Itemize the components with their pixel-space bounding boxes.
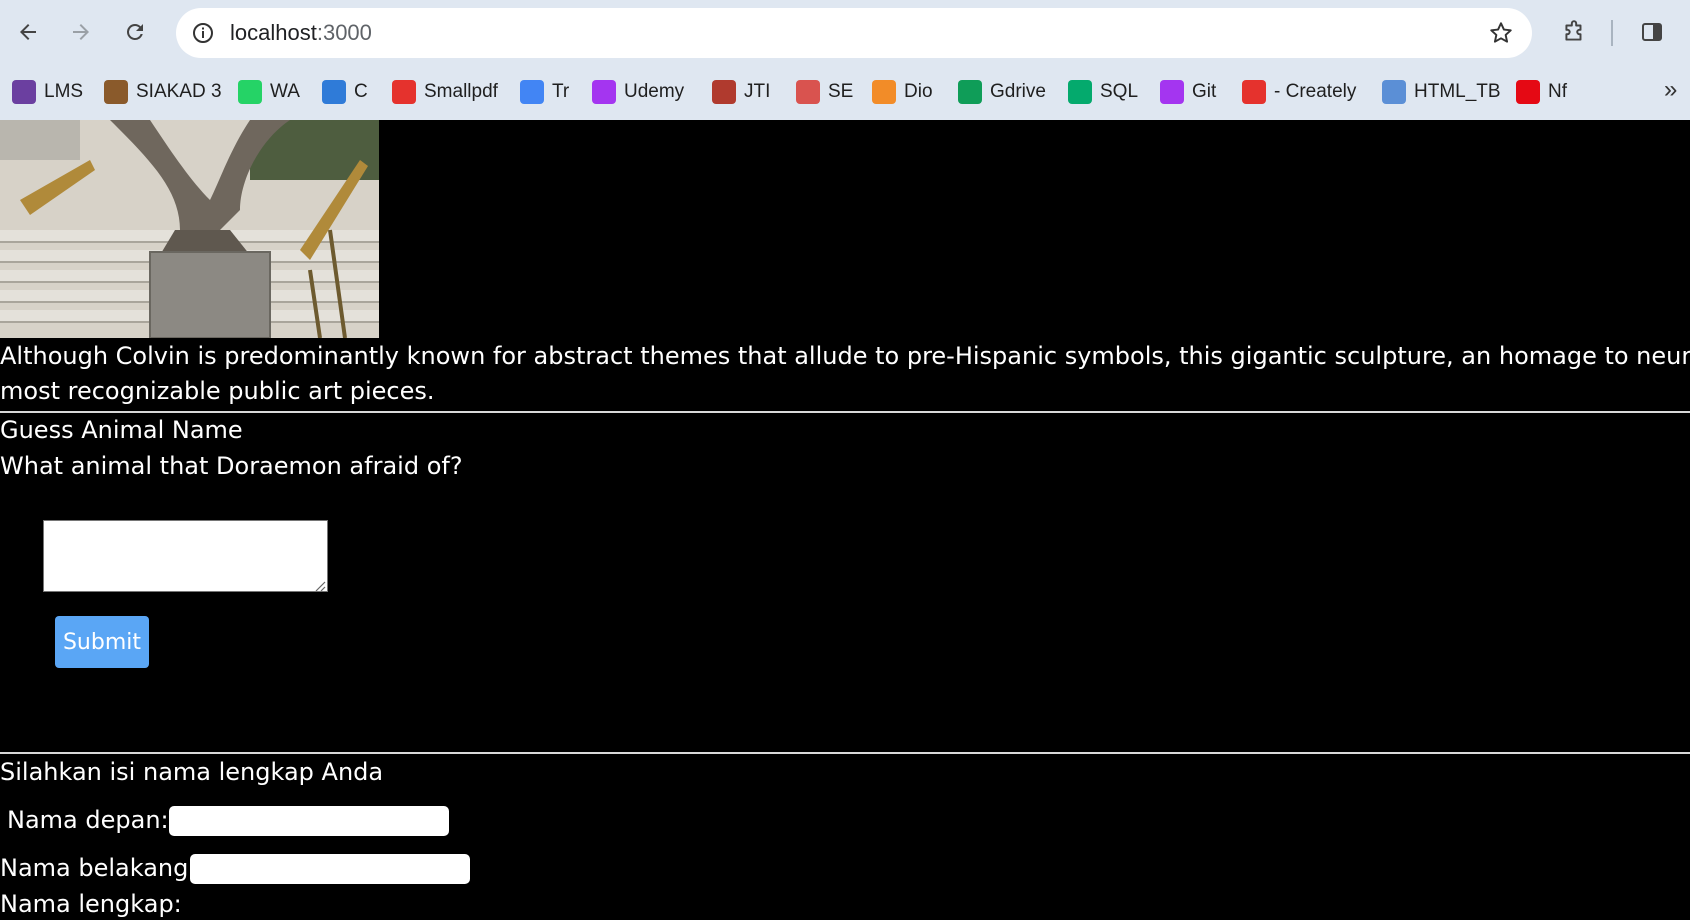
bookmark-label: Udemy xyxy=(624,81,685,102)
quiz-question: What animal that Doraemon afraid of? xyxy=(0,452,463,480)
bookmarks-bar: LMS SIAKAD 3 WA C Smallpdf Tr Udemy JTI SE Dio Gdr… xyxy=(0,70,1690,114)
bookmark-item[interactable]: Udemy xyxy=(592,74,684,110)
creately-icon xyxy=(1242,80,1266,104)
full-name-label: Nama lengkap: xyxy=(0,890,182,918)
bookmark-label: Nf xyxy=(1548,81,1567,102)
url-text[interactable]: localhost:3000 xyxy=(230,20,372,46)
browser-toolbar: localhost:3000 xyxy=(0,0,1690,66)
first-name-label: Nama depan: xyxy=(7,806,169,834)
browser-chrome: localhost:3000 LMS SIAKAD 3 WA C Smallpdf Tr U… xyxy=(0,0,1690,120)
netflix-icon xyxy=(1516,80,1540,104)
answer-textarea[interactable] xyxy=(43,520,328,592)
jti-icon xyxy=(712,80,736,104)
bookmark-item[interactable]: Nf xyxy=(1516,74,1567,110)
bookmark-label: Git xyxy=(1192,81,1217,102)
bookmark-label: SQL xyxy=(1100,81,1139,102)
address-bar[interactable]: localhost:3000 xyxy=(176,8,1532,58)
w3schools-icon xyxy=(1068,80,1092,104)
dio-icon xyxy=(872,80,896,104)
side-panel-button[interactable] xyxy=(1634,14,1670,50)
bookmark-label: WA xyxy=(270,81,300,102)
bookmark-item[interactable]: C xyxy=(322,74,368,110)
bookmark-label: Gdrive xyxy=(990,81,1046,102)
bookmark-item[interactable]: Dio xyxy=(872,74,933,110)
bookmark-label: - Creately xyxy=(1274,81,1357,102)
html-tb-icon xyxy=(1382,80,1406,104)
first-name-input[interactable] xyxy=(169,806,449,836)
bookmark-item[interactable]: - Creately xyxy=(1242,74,1356,110)
whatsapp-icon xyxy=(238,80,262,104)
resize-grip-icon[interactable] xyxy=(314,580,326,592)
bookmark-item[interactable]: WA xyxy=(238,74,300,110)
site-info-icon[interactable] xyxy=(190,20,216,46)
reload-icon xyxy=(126,23,143,40)
bookmark-item[interactable]: SQL xyxy=(1068,74,1138,110)
bookmark-label: JTI xyxy=(744,81,771,102)
lms-icon xyxy=(12,80,36,104)
url-host: localhost xyxy=(230,20,317,45)
quiz-title: Guess Animal Name xyxy=(0,416,243,444)
bookmarks-overflow-icon[interactable]: » xyxy=(1664,76,1677,104)
image-caption-line1: Although Colvin is predominantly known f… xyxy=(0,342,1690,370)
gdrive-icon xyxy=(958,80,982,104)
submit-button[interactable]: Submit xyxy=(55,616,149,668)
extensions-button[interactable] xyxy=(1556,14,1592,50)
bookmark-item[interactable]: SIAKAD 3 xyxy=(104,74,222,110)
bookmark-item[interactable]: Gdrive xyxy=(958,74,1046,110)
bookmark-label: C xyxy=(354,81,368,102)
back-button[interactable] xyxy=(10,14,46,50)
last-name-input[interactable] xyxy=(190,854,470,884)
forward-button[interactable] xyxy=(63,14,99,50)
toolbar-divider xyxy=(1611,20,1613,46)
puzzle-icon xyxy=(1565,20,1582,41)
bookmark-label: LMS xyxy=(44,81,84,102)
reload-button[interactable] xyxy=(117,14,153,50)
smallpdf-icon xyxy=(392,80,416,104)
url-port: :3000 xyxy=(316,20,372,45)
bookmark-item[interactable]: LMS xyxy=(12,74,83,110)
page-content: Although Colvin is predominantly known f… xyxy=(0,120,1690,920)
bookmark-item[interactable]: Smallpdf xyxy=(392,74,498,110)
bookmark-label: Tr xyxy=(552,81,570,102)
c-icon xyxy=(322,80,346,104)
arrow-right-icon xyxy=(73,24,89,40)
arrow-left-icon xyxy=(20,24,36,40)
bookmark-item[interactable]: Git xyxy=(1160,74,1216,110)
udemy-icon xyxy=(592,80,616,104)
bookmark-item[interactable]: SE xyxy=(796,74,853,110)
section-divider xyxy=(0,411,1690,413)
siakad-icon xyxy=(104,80,128,104)
bookmark-item[interactable]: JTI xyxy=(712,74,770,110)
se-icon xyxy=(796,80,820,104)
side-panel-icon xyxy=(1642,23,1662,41)
bookmark-label: Smallpdf xyxy=(424,81,498,102)
bookmark-label: SIAKAD 3 xyxy=(136,81,222,102)
translate-icon xyxy=(520,80,544,104)
bookmark-label: HTML_TB xyxy=(1414,81,1501,102)
image-caption-line2: most recognizable public art pieces. xyxy=(0,377,435,405)
bookmark-label: Dio xyxy=(904,81,933,102)
name-prompt: Silahkan isi nama lengkap Anda xyxy=(0,758,384,786)
git-icon xyxy=(1160,80,1184,104)
sculpture-image xyxy=(0,120,379,338)
bookmark-star-icon[interactable] xyxy=(1488,20,1514,46)
bookmark-label: SE xyxy=(828,81,854,102)
bookmark-item[interactable]: HTML_TB xyxy=(1382,74,1501,110)
last-name-label: Nama belakang: xyxy=(0,854,197,882)
bookmark-item[interactable]: Tr xyxy=(520,74,569,110)
